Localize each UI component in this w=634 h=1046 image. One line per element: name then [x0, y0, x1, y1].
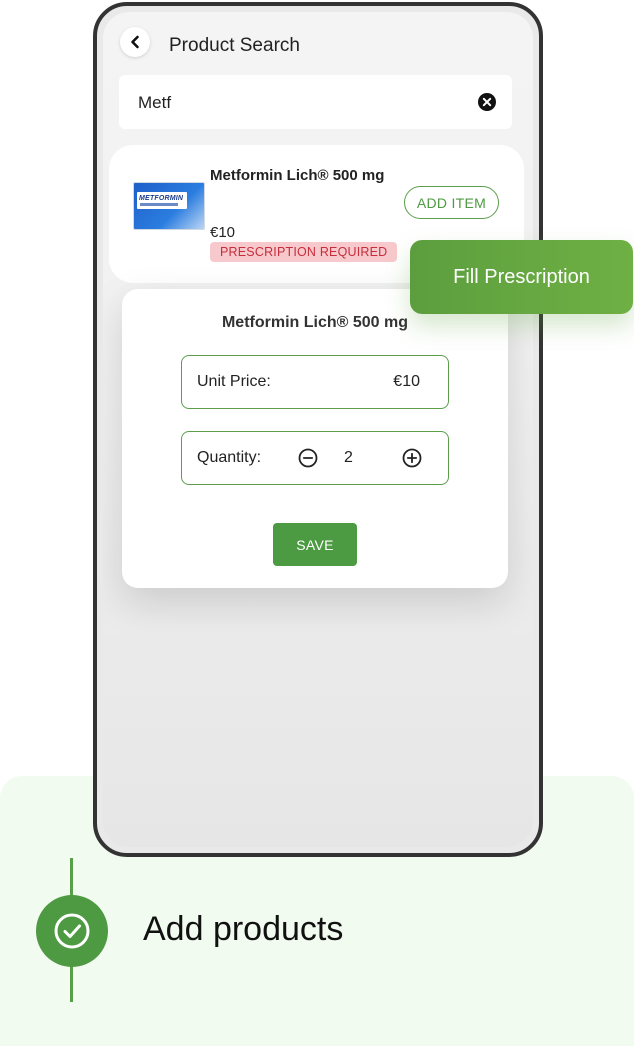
minus-circle-icon[interactable]: [297, 447, 319, 469]
unit-price-label: Unit Price:: [197, 373, 271, 390]
fill-prescription-button[interactable]: Fill Prescription: [410, 240, 633, 314]
save-button[interactable]: SAVE: [273, 523, 357, 566]
app-screen: Product Search Metf METFORMIN Metformin …: [103, 12, 533, 847]
modal-title: Metformin Lich® 500 mg: [221, 314, 409, 331]
step-check-badge: [36, 895, 108, 967]
product-pack-label: METFORMIN: [137, 192, 187, 209]
search-input[interactable]: Metf: [119, 75, 512, 129]
product-edit-modal: Metformin Lich® 500 mg Unit Price: €10 Q…: [122, 289, 508, 588]
product-image: METFORMIN: [133, 182, 205, 230]
back-button[interactable]: [120, 27, 150, 57]
quantity-label: Quantity:: [197, 449, 262, 466]
pack-stripe: [140, 203, 178, 206]
quantity-stepper[interactable]: Quantity: 2: [181, 431, 449, 485]
pack-brand-text: METFORMIN: [139, 195, 184, 202]
product-price: €10: [210, 224, 236, 241]
unit-price-field[interactable]: Unit Price: €10: [181, 355, 449, 409]
step-label: Add products: [143, 910, 344, 948]
plus-circle-icon[interactable]: [401, 447, 423, 469]
phone-frame: Product Search Metf METFORMIN Metformin …: [93, 2, 543, 857]
clear-search-icon[interactable]: [478, 93, 496, 111]
quantity-value: 2: [344, 449, 353, 466]
page-title: Product Search: [169, 35, 300, 56]
check-icon: [54, 913, 90, 949]
add-item-button[interactable]: ADD ITEM: [404, 186, 499, 219]
unit-price-value: €10: [393, 373, 420, 390]
back-arrow-icon: [131, 35, 139, 49]
search-value: Metf: [138, 93, 172, 112]
prescription-required-badge: PRESCRIPTION REQUIRED: [210, 242, 398, 262]
product-name: Metformin Lich® 500 mg: [210, 167, 385, 184]
